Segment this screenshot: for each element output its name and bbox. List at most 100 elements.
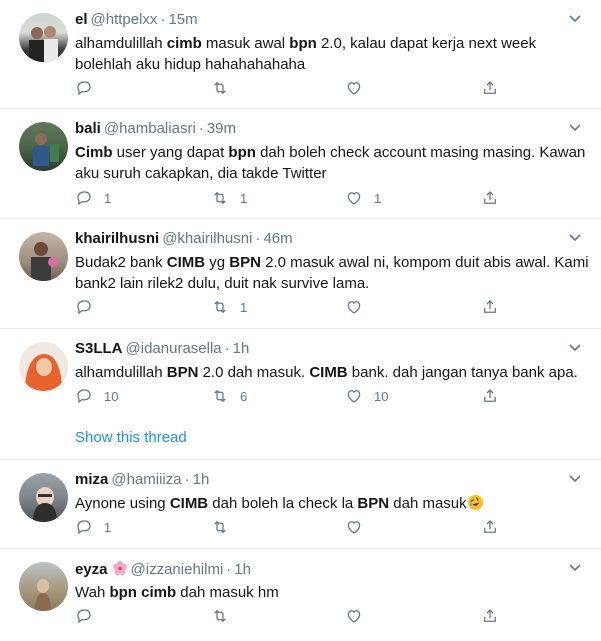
- show-thread-link[interactable]: Show this thread: [75, 429, 187, 446]
- keyword: BPN: [229, 254, 261, 271]
- retweet-button[interactable]: [211, 517, 240, 537]
- text-segment: yg: [205, 254, 230, 271]
- display-name[interactable]: bali: [75, 120, 101, 137]
- avatar[interactable]: [19, 342, 68, 391]
- text-segment: Aynone using: [75, 495, 170, 512]
- reply-button[interactable]: [75, 78, 104, 98]
- user-handle[interactable]: @httpelxx: [91, 11, 158, 28]
- chevron-down-icon[interactable]: [567, 470, 583, 486]
- timestamp[interactable]: 39m: [207, 120, 236, 137]
- avatar[interactable]: [19, 562, 68, 611]
- tweet-text: Wah bpn cimb dah masuk hm: [75, 582, 590, 603]
- timestamp[interactable]: 46m: [263, 230, 292, 247]
- like-count: 1: [374, 190, 382, 206]
- timestamp[interactable]: 1h: [233, 340, 250, 357]
- tweet[interactable]: eyza @izzaniehilmi · 1h Wah bpn cimb dah ma…: [0, 549, 601, 641]
- separator: ·: [198, 120, 204, 137]
- reply-icon: [77, 191, 91, 206]
- keyword: bpn: [228, 144, 256, 161]
- chevron-down-icon[interactable]: [567, 339, 583, 355]
- avatar[interactable]: [19, 122, 68, 171]
- like-button[interactable]: [345, 606, 374, 626]
- like-button[interactable]: [345, 297, 374, 317]
- separator: ·: [226, 561, 232, 578]
- retweet-icon: [214, 520, 226, 534]
- user-handle[interactable]: @idanurasella: [126, 340, 222, 357]
- retweet-button[interactable]: [211, 78, 240, 98]
- share-button[interactable]: [481, 606, 499, 626]
- retweet-button[interactable]: 1: [211, 188, 247, 208]
- text-segment: bank. dah jangan tanya bank apa.: [347, 364, 578, 381]
- retweet-count: 1: [240, 190, 248, 206]
- share-button[interactable]: [481, 78, 499, 98]
- reply-button[interactable]: 1: [75, 188, 111, 208]
- reply-button[interactable]: 10: [75, 386, 118, 406]
- reply-button[interactable]: 1: [75, 517, 111, 537]
- reply-button[interactable]: [75, 297, 104, 317]
- keyword: bpn: [109, 584, 137, 601]
- display-name[interactable]: el: [75, 11, 88, 28]
- share-button[interactable]: [481, 188, 499, 208]
- user-handle[interactable]: @khairilhusni: [162, 230, 252, 247]
- display-name[interactable]: eyza: [75, 561, 108, 578]
- avatar[interactable]: [19, 473, 68, 522]
- avatar[interactable]: [19, 13, 68, 62]
- user-handle[interactable]: @hamiiiza: [111, 471, 181, 488]
- reply-icon: [77, 609, 91, 624]
- separator: ·: [184, 471, 190, 488]
- tweet[interactable]: el @httpelxx · 15m alhamdulillah cimb masuk…: [0, 0, 601, 109]
- retweet-count: 6: [240, 388, 248, 404]
- action-bar: [75, 606, 505, 626]
- tweet[interactable]: miza @hamiiiza · 1h Aynone using CIMB dah b…: [0, 460, 601, 549]
- like-icon: [347, 82, 361, 95]
- tweet[interactable]: bali @hambaliasri · 39m Cimb user yang dapa…: [0, 109, 601, 219]
- tweet[interactable]: S3LLA @idanurasella · 1h alhamdulillah BPN …: [0, 329, 601, 460]
- retweet-button[interactable]: 6: [211, 386, 247, 406]
- text-segment: user yang dapat: [112, 144, 229, 161]
- chevron-down-icon[interactable]: [567, 559, 583, 575]
- timestamp[interactable]: 1h: [193, 471, 210, 488]
- like-button[interactable]: [345, 517, 374, 537]
- timestamp[interactable]: 1h: [234, 561, 251, 578]
- like-icon: [347, 610, 361, 623]
- rolling-on-floor-laughing-emoji: [467, 494, 483, 511]
- avatar[interactable]: [19, 232, 68, 281]
- chevron-down-icon[interactable]: [567, 10, 583, 26]
- share-button[interactable]: [481, 297, 499, 317]
- action-bar: 10 6 10: [75, 386, 505, 406]
- like-button[interactable]: 10: [345, 386, 388, 406]
- display-name[interactable]: khairilhusni: [75, 230, 159, 247]
- text-segment: dah boleh la check la: [208, 495, 358, 512]
- like-icon: [347, 301, 361, 314]
- like-icon: [347, 521, 361, 534]
- retweet-button[interactable]: 1: [211, 297, 247, 317]
- user-handle[interactable]: @hambaliasri: [104, 120, 196, 137]
- reply-button[interactable]: [75, 606, 104, 626]
- reply-icon: [77, 520, 91, 535]
- like-button[interactable]: [345, 78, 374, 98]
- display-name[interactable]: S3LLA: [75, 340, 123, 357]
- user-handle[interactable]: @izzaniehilmi: [131, 561, 224, 578]
- retweet-button[interactable]: [211, 606, 240, 626]
- text-segment: masuk awal: [201, 35, 290, 52]
- reply-icon: [77, 389, 91, 404]
- tweet[interactable]: khairilhusni @khairilhusni · 46m Budak2 ban…: [0, 219, 601, 329]
- display-name[interactable]: miza: [75, 471, 108, 488]
- share-icon: [484, 81, 496, 94]
- keyword: CIMB: [309, 364, 348, 381]
- tweet-text: alhamdulillah cimb masuk awal bpn 2.0, k…: [75, 33, 590, 75]
- share-button[interactable]: [481, 386, 499, 406]
- like-count: 10: [374, 388, 389, 404]
- timestamp[interactable]: 15m: [168, 11, 197, 28]
- chevron-down-icon[interactable]: [567, 229, 583, 245]
- retweet-icon: [214, 389, 226, 403]
- keyword: Cimb: [75, 144, 113, 161]
- like-button[interactable]: 1: [345, 188, 381, 208]
- text-segment: dah masuk: [389, 495, 467, 512]
- chevron-down-icon[interactable]: [567, 119, 583, 135]
- share-button[interactable]: [481, 517, 499, 537]
- share-icon: [484, 389, 496, 402]
- action-bar: [75, 78, 505, 98]
- share-icon: [484, 300, 496, 313]
- retweet-icon: [214, 300, 226, 314]
